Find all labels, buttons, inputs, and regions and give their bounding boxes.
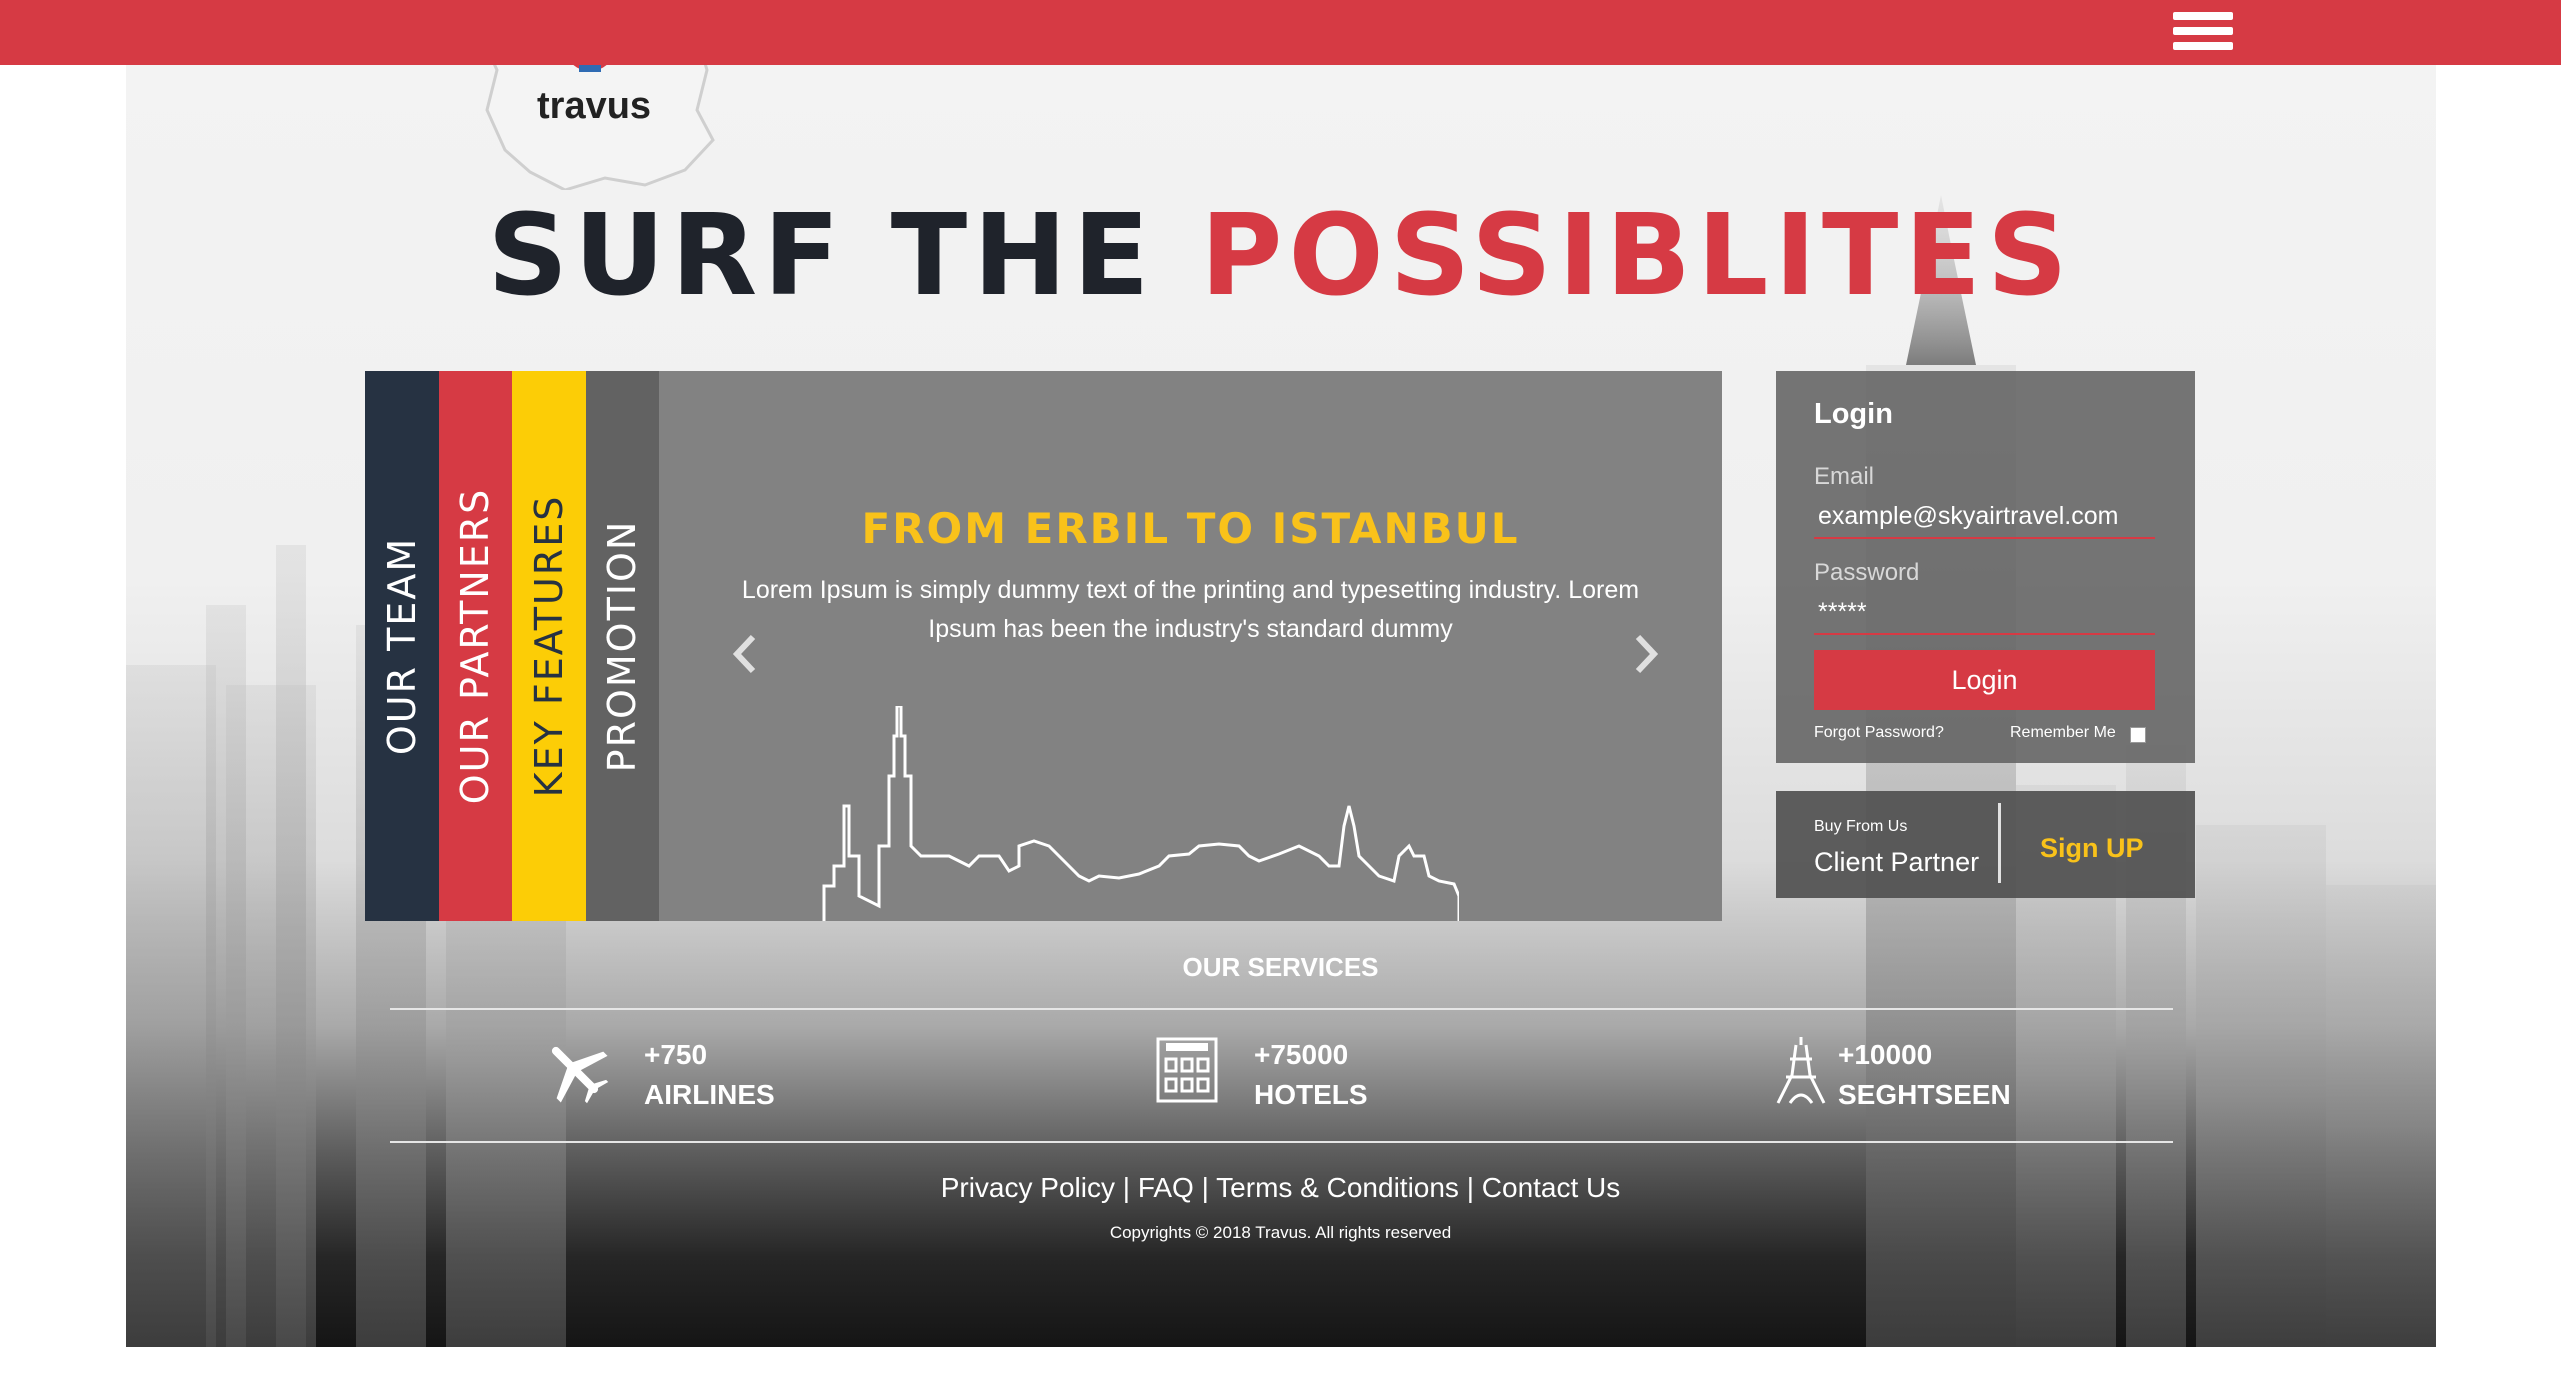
promo-slider: FROM ERBIL TO ISTANBUL Lorem Ipsum is si…	[659, 371, 1722, 921]
logo-text: travus	[537, 85, 651, 127]
login-title: Login	[1814, 398, 1893, 430]
footer-separator: |	[1122, 1172, 1131, 1203]
tab-promotion[interactable]: PROMOTION	[585, 371, 659, 921]
footer-separator: |	[1201, 1172, 1209, 1203]
divider-bottom	[390, 1141, 2173, 1143]
signup-divider	[1998, 803, 2001, 883]
service-hotels: +75000 HOTELS	[1152, 1030, 1412, 1115]
email-field[interactable]	[1814, 495, 2155, 539]
tab-label: OUR PARTNERS	[453, 487, 498, 805]
sightseeing-label: SEGHTSEEN	[1838, 1079, 2011, 1110]
headline-dark: SURF THE	[487, 191, 1156, 321]
signup-panel: Buy From Us Client Partner Sign UP	[1776, 791, 2195, 898]
airlines-label: AIRLINES	[644, 1079, 775, 1110]
chevron-left-icon[interactable]	[725, 629, 765, 679]
forgot-password-link[interactable]: Forgot Password?	[1814, 724, 1944, 742]
tab-label: OUR TEAM	[379, 536, 424, 756]
chevron-right-icon[interactable]	[1626, 629, 1666, 679]
tab-label: PROMOTION	[600, 519, 645, 773]
remember-me-checkbox[interactable]	[2130, 727, 2146, 743]
hotels-count: +75000	[1254, 1039, 1349, 1070]
tab-our-partners[interactable]: OUR PARTNERS	[438, 371, 512, 921]
password-label: Password	[1814, 559, 1920, 586]
sightseeing-count: +10000	[1838, 1039, 1933, 1070]
services-title: OUR SERVICES	[1182, 952, 1379, 982]
divider-top	[390, 1008, 2173, 1010]
buy-from-us-label: Buy From Us	[1814, 818, 1908, 835]
slide-title: FROM ERBIL TO ISTANBUL	[861, 504, 1520, 553]
email-label: Email	[1814, 463, 1875, 490]
hotels-label: HOTELS	[1254, 1079, 1368, 1110]
client-partner-link[interactable]: Client Partner	[1814, 847, 1979, 878]
hotel-icon	[1156, 1037, 1218, 1103]
password-field[interactable]	[1814, 591, 2155, 635]
airplane-icon	[551, 1046, 609, 1104]
login-button[interactable]: Login	[1814, 650, 2155, 710]
city-skyline-outline	[822, 706, 1459, 921]
service-sightseeing: +10000 SEGHTSEEN	[1766, 1030, 2046, 1115]
remember-me-label: Remember Me	[2010, 724, 2116, 741]
tab-key-features[interactable]: KEY FEATURES	[512, 371, 586, 921]
copyright-text: Copyrights © 2018 Travus. All rights res…	[1109, 1223, 1452, 1242]
terms-link[interactable]: Terms & Conditions	[1216, 1172, 1459, 1203]
eiffel-tower-icon	[1776, 1037, 1826, 1104]
footer-links: Privacy Policy | FAQ | Terms & Condition…	[0, 1172, 2561, 1204]
privacy-policy-link[interactable]: Privacy Policy	[941, 1172, 1115, 1203]
vertical-tabs: OUR TEAM OUR PARTNERS KEY FEATURES PROMO…	[365, 371, 659, 921]
headline-red: POSSIBLITES	[1200, 191, 2074, 321]
hero-headline: SURF THE POSSIBLITES	[0, 200, 2561, 312]
airlines-count: +750	[644, 1039, 708, 1070]
footer-separator: |	[1466, 1172, 1474, 1203]
login-panel: Login Email Password Login Forgot Passwo…	[1776, 371, 2195, 763]
hamburger-menu-icon[interactable]	[2173, 12, 2233, 56]
travus-logo[interactable]: travus	[475, 65, 725, 190]
contact-us-link[interactable]: Contact Us	[1482, 1172, 1621, 1203]
tab-label: KEY FEATURES	[526, 494, 571, 798]
sign-up-button[interactable]: Sign UP	[2040, 833, 2144, 864]
tab-our-team[interactable]: OUR TEAM	[365, 371, 439, 921]
service-airlines: +750 AIRLINES	[540, 1030, 800, 1115]
slide-text: Lorem Ipsum is simply dummy text of the …	[741, 576, 1640, 643]
faq-link[interactable]: FAQ	[1138, 1172, 1194, 1203]
